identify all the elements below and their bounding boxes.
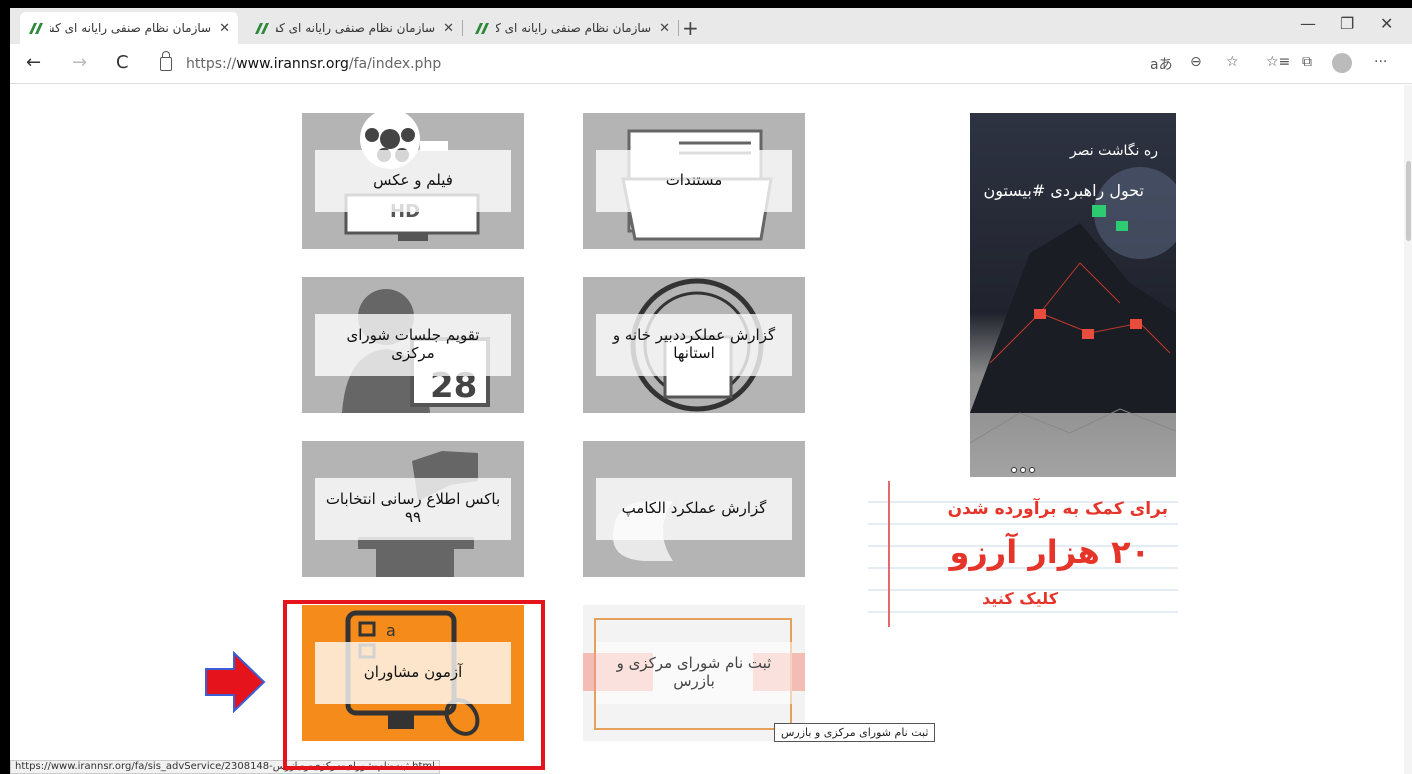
close-tab-icon[interactable]: ✕ (219, 21, 230, 36)
url-path: /fa/index.php (348, 56, 442, 72)
close-tab-icon[interactable]: ✕ (659, 21, 670, 36)
tile-council-registration[interactable]: ثبت نام شورای مرکزی و بازرس (583, 605, 805, 741)
banner-subtitle: تحول راهبردی #بیستون (983, 181, 1144, 200)
tile-secretariat-report[interactable]: گزارش عملکرددبیر خانه و استانها (583, 277, 805, 413)
vertical-scrollbar[interactable] (1404, 85, 1412, 774)
tile-label-text: باکس اطلاع رسانی انتخابات ۹۹ (325, 490, 501, 526)
site-logo-icon (474, 21, 490, 35)
banner-note-line2: ۲۰ هزار آرزو (949, 533, 1150, 571)
carousel-dot[interactable] (1011, 467, 1017, 473)
red-highlight-box (283, 600, 545, 770)
browser-window: سازمان نظام صنفی رایانه ای کشور ✕ سازمان… (10, 8, 1412, 774)
minimize-button[interactable]: — (1300, 14, 1316, 33)
tile-label: مستندات (596, 150, 792, 212)
tab-title: سازمان نظام صنفی رایانه ای کشور (496, 21, 652, 35)
link-tooltip: ثبت نام شورای مرکزی و بازرس (774, 723, 936, 742)
tab-separator (462, 20, 463, 36)
tile-label-text: تقویم جلسات شورای مرکزی (346, 326, 480, 362)
red-arrow-icon (205, 651, 266, 713)
carousel-dot[interactable] (1029, 467, 1035, 473)
close-window-button[interactable]: ✕ (1380, 14, 1393, 33)
tile-label-text: مستندات (665, 171, 723, 189)
address-bar[interactable]: https:// www.irannsr.org /fa/index.php (160, 51, 442, 76)
tile-documents[interactable]: مستندات (583, 113, 805, 249)
close-tab-icon[interactable]: ✕ (443, 21, 454, 36)
tab-separator (678, 20, 679, 36)
tile-label: گزارش عملکرددبیر خانه و استانها (596, 314, 792, 376)
banner-title: ره نگاشت نصر (1069, 143, 1158, 159)
zoom-icon[interactable]: ⊖ (1190, 54, 1202, 70)
profile-avatar[interactable] (1332, 53, 1352, 73)
tab-1[interactable]: سازمان نظام صنفی رایانه ای کشور ✕ (20, 12, 238, 44)
url-scheme: https:// (186, 56, 237, 72)
banner-note-line1: برای کمک به برآورده شدن (947, 499, 1168, 519)
tab-2[interactable]: سازمان نظام صنفی رایانه ای کشور ✕ (246, 12, 462, 44)
carousel-dot[interactable] (1020, 467, 1026, 473)
lock-icon[interactable] (160, 51, 172, 71)
carousel-dots[interactable] (1011, 467, 1035, 473)
tab-title: سازمان نظام صنفی رایانه ای کشور (276, 21, 436, 35)
tile-label: گزارش عملکرد الکامپ (596, 478, 792, 540)
tile-election-info-box[interactable]: باکس اطلاع رسانی انتخابات ۹۹ (302, 441, 524, 577)
tile-label: باکس اطلاع رسانی انتخابات ۹۹ (315, 478, 511, 540)
navigation-bar: ← → C https:// www.irannsr.org /fa/index… (10, 44, 1412, 84)
more-menu-icon[interactable]: ··· (1374, 54, 1387, 70)
tile-label: ثبت نام شورای مرکزی و بازرس (596, 642, 792, 704)
tab-3[interactable]: سازمان نظام صنفی رایانه ای کشور ✕ (466, 12, 678, 44)
tile-label: فیلم و عکس (315, 150, 511, 212)
site-logo-icon (28, 21, 44, 35)
banner-note-cta[interactable]: کلیک کنید (982, 589, 1058, 608)
tile-elecomp-report[interactable]: گزارش عملکرد الکامپ (583, 441, 805, 577)
forward-button[interactable]: → (72, 52, 87, 73)
tile-label-text: گزارش عملکرددبیر خانه و استانها (612, 326, 776, 362)
network-mountain-icon (970, 167, 1176, 444)
scrollbar-thumb[interactable] (1406, 161, 1411, 241)
tab-title: سازمان نظام صنفی رایانه ای کشور (50, 21, 212, 35)
tile-council-calendar[interactable]: 28 تقویم جلسات شورای مرکزی (302, 277, 524, 413)
restore-button[interactable]: ❐ (1340, 14, 1354, 33)
site-logo-icon (254, 21, 270, 35)
wishes-campaign-banner[interactable]: برای کمک به برآورده شدن ۲۰ هزار آرزو کلی… (868, 481, 1178, 627)
add-favorite-icon[interactable]: ☆ (1226, 54, 1239, 70)
tile-label-text: گزارش عملکرد الکامپ (621, 499, 767, 517)
tile-label-text: ثبت نام شورای مرکزی و بازرس (616, 654, 772, 690)
tile-label: تقویم جلسات شورای مرکزی (315, 314, 511, 376)
favorites-icon[interactable]: ☆≡ (1266, 54, 1290, 70)
new-tab-button[interactable]: + (682, 16, 699, 40)
nasr-roadmap-banner[interactable]: ره نگاشت نصر تحول راهبردی #بیستون (970, 113, 1176, 477)
read-aloud-icon[interactable]: aあ (1150, 54, 1173, 74)
refresh-button[interactable]: C (116, 52, 129, 73)
back-button[interactable]: ← (26, 52, 41, 73)
collections-icon[interactable]: ⧉ (1302, 54, 1312, 70)
url-host: www.irannsr.org (236, 56, 349, 72)
tile-film-photo[interactable]: HD فیلم و عکس (302, 113, 524, 249)
tab-strip: سازمان نظام صنفی رایانه ای کشور ✕ سازمان… (10, 8, 1412, 44)
tile-label-text: فیلم و عکس (373, 171, 453, 189)
notebook-margin (888, 481, 890, 627)
